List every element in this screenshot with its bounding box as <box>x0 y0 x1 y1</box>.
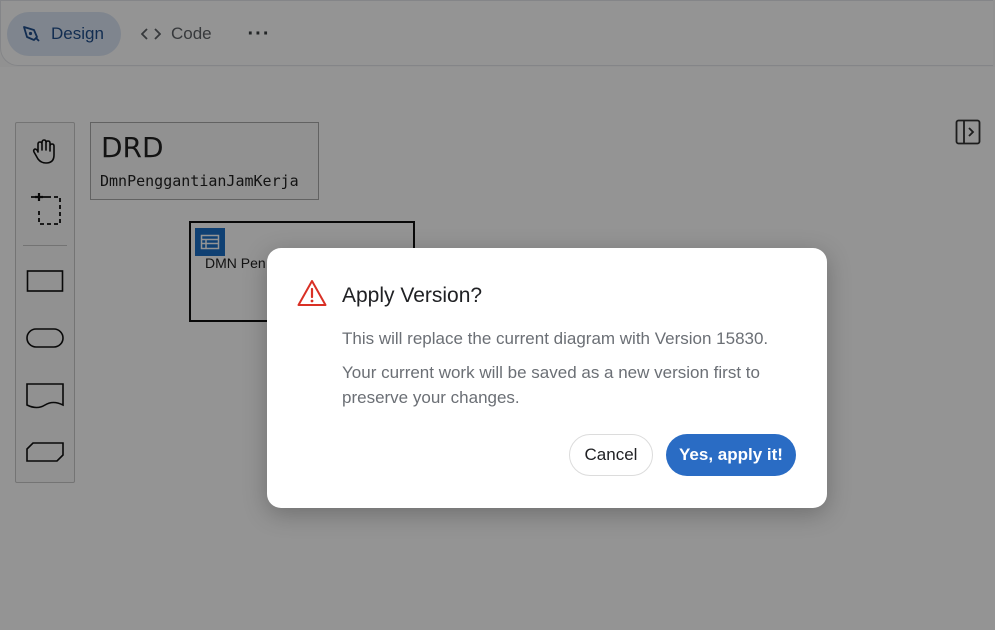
cancel-button[interactable]: Cancel <box>569 434 653 476</box>
dialog-message-secondary: Your current work will be saved as a new… <box>342 363 760 407</box>
warning-icon <box>297 279 327 312</box>
apply-version-dialog: Apply Version? This will replace the cur… <box>267 248 827 508</box>
dialog-title: Apply Version? <box>342 284 483 307</box>
confirm-apply-button[interactable]: Yes, apply it! <box>666 434 796 476</box>
dialog-message-primary: This will replace the current diagram wi… <box>342 329 769 348</box>
